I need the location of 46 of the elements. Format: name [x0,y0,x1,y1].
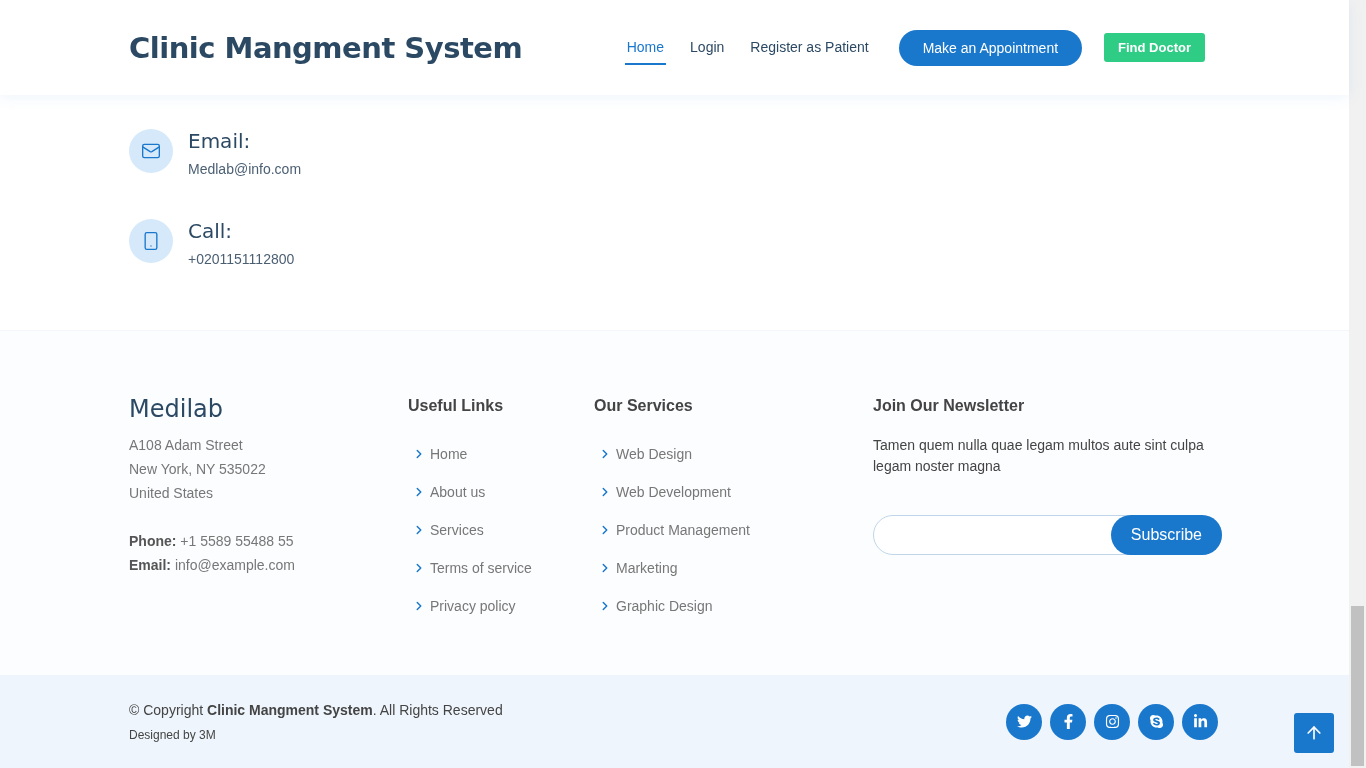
skype-icon [1148,714,1164,729]
contact-value: +0201151112800 [188,251,295,267]
twitter-icon [1016,714,1032,729]
back-to-top-button[interactable] [1294,713,1334,753]
footer-link[interactable]: Web Design [598,435,873,473]
linkedin-icon [1192,714,1208,729]
envelope-icon [129,129,173,173]
footer-link[interactable]: About us [412,473,594,511]
contact-value: Medlab@info.com [188,161,302,177]
facebook-button[interactable] [1050,703,1086,740]
twitter-button[interactable] [1006,703,1042,740]
footer-link[interactable]: Product Management [598,511,873,549]
footer-link[interactable]: Home [412,435,594,473]
footer-brand: Medilab [129,395,224,423]
phone-icon [129,219,173,263]
footer-link[interactable]: Terms of service [412,549,594,587]
nav-link[interactable]: Register as Patient [748,30,871,65]
email-field[interactable]: Subscribe [873,515,1222,555]
skype-button[interactable] [1138,703,1174,740]
column-heading: Our Services [594,397,694,415]
contact-title: Email: [188,129,252,153]
footer-link[interactable]: Services [412,511,594,549]
address-line: A108 Adam Street [129,436,244,455]
address-line: United States [129,484,215,503]
footer-link[interactable]: Web Development [598,473,873,511]
credit-text: Designed by 3M [129,727,217,742]
nav-link[interactable]: Home [624,30,667,65]
address-line: New York, NY 535022 [129,460,267,479]
scrollbar[interactable] [1349,0,1366,768]
footer-link[interactable]: Graphic Design [598,587,873,625]
appointment-button[interactable]: Make an Appointment [898,29,1083,66]
footer-link[interactable]: Privacy policy [412,587,594,625]
newsletter-text: Tamen quem nulla quae legam multos aute sint culpa legam noster magna [873,436,1205,476]
instagram-icon [1104,714,1120,729]
column-heading: Join Our Newsletter [873,397,1026,415]
linkedin-button[interactable] [1182,703,1218,740]
subscribe-button[interactable]: Subscribe [1110,515,1222,555]
column-heading: Useful Links [408,397,505,415]
nav-link[interactable]: Login [688,30,727,65]
copyright-text: © Copyright Clinic Mangment System. All Rights Reserved [129,701,503,718]
footer-link[interactable]: Marketing [598,549,873,587]
contact-title: Call: [188,219,234,243]
instagram-button[interactable] [1094,703,1130,740]
contact-detail: Email: info@example.com [129,556,296,575]
site-title[interactable]: Clinic Mangment System [129,30,523,65]
contact-detail: Phone: +1 5589 55488 55 [129,532,295,551]
